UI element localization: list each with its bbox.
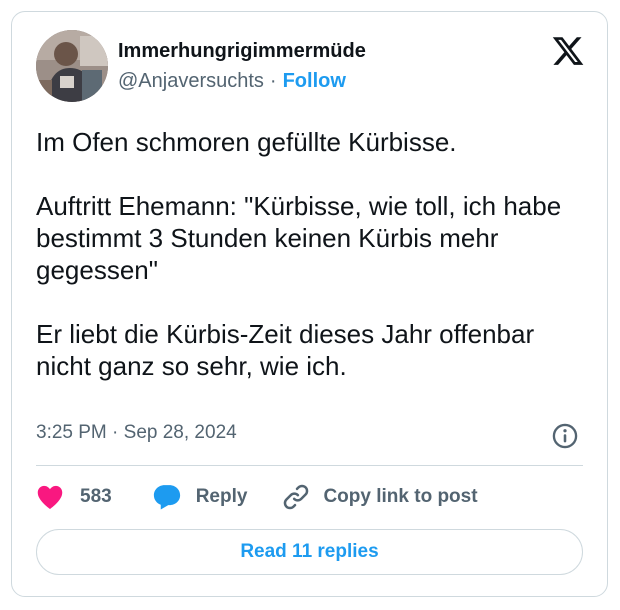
author-display-name[interactable]: Immerhungrigimmermüde [118,40,366,63]
post-paragraph: Auftritt Ehemann: "Kürbisse, wie toll, i… [36,191,562,285]
author-handle[interactable]: @Anjaversuchts [118,70,264,92]
post-paragraph: Im Ofen schmoren gefüllte Kürbisse. [36,127,457,157]
reply-label: Reply [195,486,248,507]
author-handle-row: @Anjaversuchts · Follow [118,70,346,93]
info-icon[interactable] [551,422,579,450]
follow-button[interactable]: Follow [283,70,346,92]
handle-separator: · [269,70,277,92]
timestamp-separator: · [112,422,119,443]
copy-link-button[interactable]: Copy link to post [281,482,478,512]
post-text: Im Ofen schmoren gefüllte Kürbisse. Auft… [36,126,586,382]
like-button[interactable]: 583 [36,484,112,510]
post-paragraph: Er liebt die Kürbis-Zeit dieses Jahr off… [36,319,535,381]
copy-link-label: Copy link to post [323,486,478,507]
like-count: 583 [80,486,112,507]
post-actions: 583 Reply Copy link to post [36,482,478,512]
read-replies-button[interactable]: Read 11 replies [36,529,583,575]
x-logo-icon[interactable] [551,34,585,68]
speech-bubble-icon [153,485,180,510]
reply-button[interactable]: Reply [152,483,248,511]
heart-icon [37,485,63,510]
divider [36,465,583,466]
link-icon [284,484,309,510]
post-timestamp[interactable]: 3:25 PM · Sep 28, 2024 [36,422,237,444]
post-time: 3:25 PM [36,422,107,443]
read-replies-label: Read 11 replies [240,541,379,562]
embedded-post-card: Immerhungrigimmermüde @Anjaversuchts · Fol… [11,11,608,597]
avatar[interactable] [36,30,108,102]
post-date: Sep 28, 2024 [123,422,237,443]
avatar-photo [36,30,108,102]
